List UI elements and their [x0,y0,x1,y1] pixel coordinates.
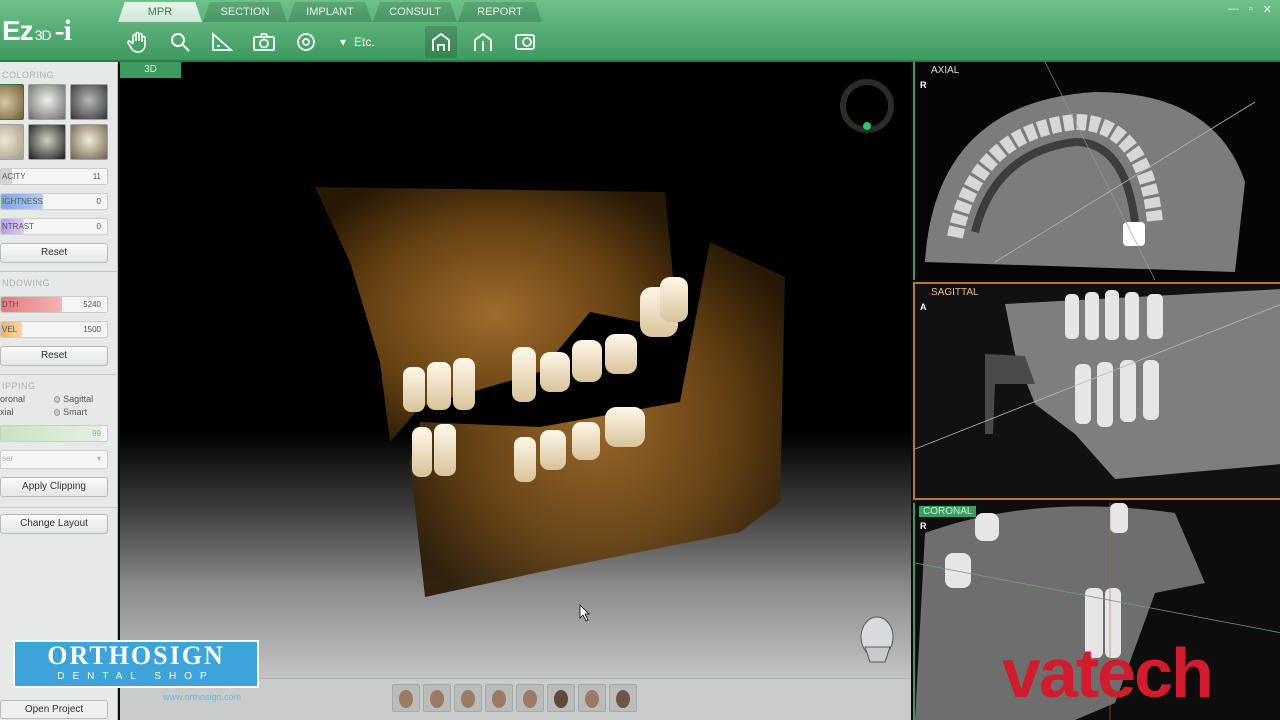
camera-icon[interactable] [248,26,280,58]
toolbar: ▾ Etc. [122,26,551,58]
color-preset-5[interactable] [28,124,66,160]
opacity-slider[interactable]: ACITY 11 [0,168,108,185]
orientation-head-icon[interactable] [860,616,894,663]
tab-mpr[interactable]: MPR [118,2,202,22]
tab-report[interactable]: REPORT [458,2,542,22]
view-preset-back[interactable] [547,684,575,712]
left-panel: COLORING ACITY 11 IGHTNESS 0 NTRAST 0 Re… [0,62,118,720]
color-preset-2[interactable] [28,84,66,120]
3d-view[interactable] [120,62,911,678]
contrast-slider[interactable]: NTRAST 0 [0,218,108,235]
etc-label: Etc. [354,35,375,49]
reset-coloring-button[interactable]: Reset [0,243,108,263]
color-preset-1[interactable] [0,84,24,120]
radio-sagittal[interactable]: Sagittal [54,394,108,404]
capture-icon[interactable] [509,26,541,58]
view-preset-bottom[interactable] [516,684,544,712]
hand-icon[interactable] [122,26,154,58]
chevron-down-icon: ▾ [96,454,101,463]
open-project-button[interactable]: Open Project [0,700,108,719]
coronal-label: CORONAL [919,506,977,517]
zoom-icon[interactable] [164,26,196,58]
sagittal-orientation: A [920,302,927,312]
clipping-slider[interactable]: 99 [0,425,108,442]
view-label-3d: 3D [120,62,181,78]
apply-clipping-button[interactable]: Apply Clipping [0,477,108,497]
dropdown-arrow-icon: ▾ [340,35,347,49]
radio-smart[interactable]: Smart [54,407,108,417]
axial-view[interactable]: AXIAL R [913,62,1280,280]
view-preset-top[interactable] [485,684,513,712]
close-icon[interactable]: ✕ [1263,3,1272,16]
vatech-logo: vatech [1002,634,1214,712]
color-preset-3[interactable] [70,84,108,120]
axial-label: AXIAL [931,65,960,76]
top-bar: Ez 3D -i MPR SECTION IMPLANT CONSULT REPOR… [0,0,1280,62]
color-preset-4[interactable] [0,124,24,160]
radio-axial[interactable]: xial [0,407,54,417]
clipping-title: IPPING [2,381,36,391]
tooth-view-icon[interactable] [424,26,457,58]
reset-view-icon[interactable] [290,26,322,58]
etc-menu[interactable]: ▾ Etc. [340,35,375,49]
coloring-title: COLORING [2,70,55,80]
axial-orientation: R [920,80,927,90]
color-preset-6[interactable] [70,124,108,160]
sagittal-view[interactable]: SAGITTAL A [913,282,1280,500]
window-controls: — ▫ ✕ [1228,3,1272,16]
clipping-select[interactable]: ser ▾ [0,450,108,469]
level-slider[interactable]: VEL 1500 [0,321,108,338]
orthosign-watermark: ORTHOSIGN DENTAL SHOP [13,640,259,688]
view-preset-oblique-1[interactable] [578,684,606,712]
coronal-orientation: R [920,521,927,531]
tab-implant[interactable]: IMPLANT [288,2,372,22]
tab-section[interactable]: SECTION [203,2,287,22]
maximize-icon[interactable]: ▫ [1249,3,1253,16]
mode-tabs: MPR SECTION IMPLANT CONSULT REPORT [118,2,543,22]
view-preset-right[interactable] [454,684,482,712]
radio-coronal[interactable]: oronal [0,394,54,404]
app-logo: Ez 3D -i [2,14,72,47]
windowing-title: NDOWING [2,278,50,288]
change-layout-button[interactable]: Change Layout [0,514,108,534]
orthosign-url: www.orthosign.com [163,692,242,702]
minimize-icon[interactable]: — [1228,3,1239,16]
measure-icon[interactable] [206,26,238,58]
view-preset-left[interactable] [423,684,451,712]
color-preset-grid [0,84,117,160]
view-presets [392,684,637,712]
reset-windowing-button[interactable]: Reset [0,346,108,366]
tab-consult[interactable]: CONSULT [373,2,457,22]
width-slider[interactable]: DTH 5240 [0,296,108,313]
view-preset-oblique-2[interactable] [609,684,637,712]
app-window: Ez 3D -i MPR SECTION IMPLANT CONSULT REPOR… [0,0,1280,720]
skull-render [315,79,894,663]
view-preset-front[interactable] [392,684,420,712]
tooth-view-2-icon[interactable] [467,26,499,58]
brightness-slider[interactable]: IGHTNESS 0 [0,193,108,210]
sagittal-label: SAGITTAL [931,287,979,298]
